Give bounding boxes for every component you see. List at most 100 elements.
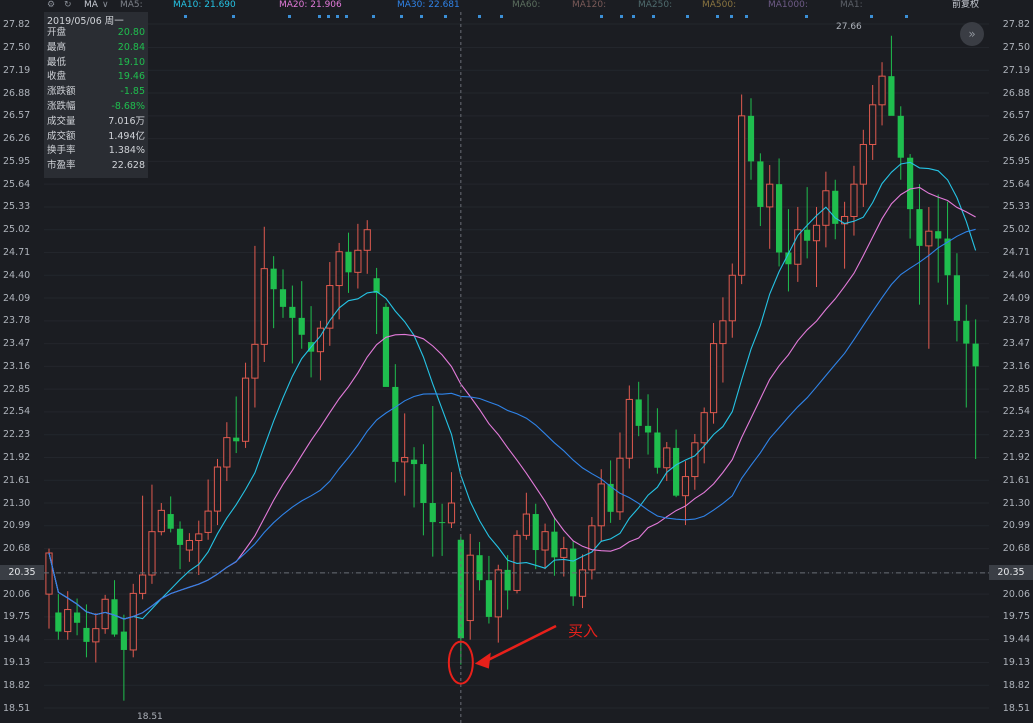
candle-body bbox=[775, 184, 783, 253]
candle-body bbox=[45, 552, 53, 595]
candle-body bbox=[625, 398, 633, 459]
candle-body bbox=[326, 285, 334, 329]
info-label: 涨跌额 bbox=[47, 86, 76, 98]
candlestick-chart[interactable] bbox=[0, 0, 1033, 723]
candle bbox=[691, 433, 699, 490]
price-tick: 19.13 bbox=[3, 656, 31, 668]
candle-body bbox=[410, 459, 418, 465]
price-tick: 21.61 bbox=[1002, 474, 1030, 486]
price-tick: 25.64 bbox=[3, 178, 31, 190]
price-tick: 24.71 bbox=[1002, 246, 1030, 258]
candle-body bbox=[139, 574, 147, 594]
info-value: 20.80 bbox=[117, 27, 145, 38]
price-tick: 26.88 bbox=[1002, 87, 1030, 99]
candle-body bbox=[522, 513, 530, 536]
info-value: 1.384% bbox=[108, 145, 145, 157]
price-tick: 20.06 bbox=[3, 588, 31, 600]
ma-marker bbox=[632, 15, 635, 18]
price-tick: 25.33 bbox=[3, 201, 31, 213]
ma-marker bbox=[327, 15, 330, 18]
price-tick: 27.82 bbox=[3, 18, 31, 30]
ma-marker bbox=[905, 15, 908, 18]
candle-body bbox=[241, 377, 250, 442]
candle-body bbox=[888, 76, 895, 116]
buy-label: 买入 bbox=[568, 622, 599, 640]
price-tick: 22.85 bbox=[1002, 383, 1030, 395]
candle bbox=[213, 458, 222, 526]
info-label: 最高 bbox=[47, 41, 67, 53]
ohlc-info-panel: 2019/05/06 周一 开盘 20.80 最高 20.84 最低 19.10 收盘 19.… bbox=[44, 12, 148, 178]
price-tick: 19.44 bbox=[1002, 634, 1030, 646]
price-tick: 27.50 bbox=[1002, 42, 1030, 53]
candle bbox=[654, 408, 661, 474]
candle-body bbox=[373, 278, 380, 293]
candle-body bbox=[700, 412, 708, 444]
price-tick: 20.68 bbox=[1002, 543, 1030, 555]
candle-body bbox=[204, 510, 212, 533]
candle-body bbox=[757, 161, 764, 207]
price-tick: 19.75 bbox=[3, 611, 31, 623]
buy-arrow-head bbox=[474, 652, 491, 669]
candle-body bbox=[494, 569, 502, 618]
candle-body bbox=[157, 509, 165, 533]
candle-body bbox=[878, 75, 886, 106]
candle-body bbox=[719, 320, 727, 345]
candle-body bbox=[73, 612, 81, 623]
ma-marker bbox=[600, 15, 603, 18]
ma-marker bbox=[620, 15, 623, 18]
double-chevron-right-icon[interactable]: » bbox=[960, 22, 984, 46]
period-high-label: 27.66 bbox=[836, 22, 862, 32]
ma-marker bbox=[288, 15, 291, 18]
candle-body bbox=[691, 442, 699, 478]
candle bbox=[298, 281, 305, 349]
candle-body bbox=[185, 539, 194, 551]
price-tick: 25.95 bbox=[1002, 155, 1030, 167]
candle bbox=[719, 297, 727, 383]
candle-body bbox=[963, 320, 970, 344]
candle-body bbox=[616, 457, 624, 513]
candle-body bbox=[476, 555, 483, 581]
candle bbox=[260, 226, 268, 362]
candle bbox=[747, 98, 755, 180]
candle bbox=[157, 503, 165, 536]
info-date: 2019/05/06 周一 bbox=[47, 16, 124, 27]
candle bbox=[363, 220, 371, 274]
candle-body bbox=[83, 627, 90, 642]
candle-body bbox=[148, 531, 156, 576]
candle-body bbox=[401, 456, 409, 463]
buy-annotation bbox=[447, 624, 557, 685]
candle bbox=[345, 232, 352, 293]
info-value: 20.84 bbox=[117, 41, 145, 53]
ma-marker bbox=[336, 15, 339, 18]
candle bbox=[588, 516, 596, 580]
price-tick: 21.30 bbox=[3, 497, 31, 509]
candle bbox=[681, 461, 690, 526]
candle bbox=[392, 364, 399, 483]
price-tick: 24.09 bbox=[1002, 292, 1030, 304]
info-label: 换手率 bbox=[47, 145, 76, 157]
buy-arrow-shaft bbox=[482, 624, 557, 664]
ma-marker bbox=[444, 15, 447, 18]
info-row: 涨跌幅 -8.68% bbox=[47, 100, 145, 114]
candle bbox=[326, 262, 334, 346]
candle bbox=[176, 521, 184, 570]
candle bbox=[289, 285, 296, 364]
info-value: 22.628 bbox=[111, 160, 145, 172]
candle-body bbox=[738, 115, 746, 276]
candle-body bbox=[176, 528, 184, 545]
price-tick: 23.78 bbox=[1002, 315, 1030, 327]
candle bbox=[775, 158, 783, 267]
ma-marker bbox=[318, 15, 321, 18]
candle bbox=[578, 554, 587, 609]
candle-body bbox=[392, 386, 399, 462]
candle-body bbox=[485, 580, 493, 617]
price-tick: 21.30 bbox=[1002, 497, 1030, 509]
price-tick: 23.47 bbox=[3, 338, 31, 350]
candle bbox=[841, 201, 849, 269]
candle bbox=[382, 303, 390, 387]
price-tick: 20.99 bbox=[1002, 520, 1030, 532]
candle-body bbox=[897, 115, 904, 158]
candle-body bbox=[766, 183, 774, 208]
price-tick: 26.57 bbox=[3, 110, 31, 122]
price-tick: 18.51 bbox=[1002, 702, 1030, 714]
